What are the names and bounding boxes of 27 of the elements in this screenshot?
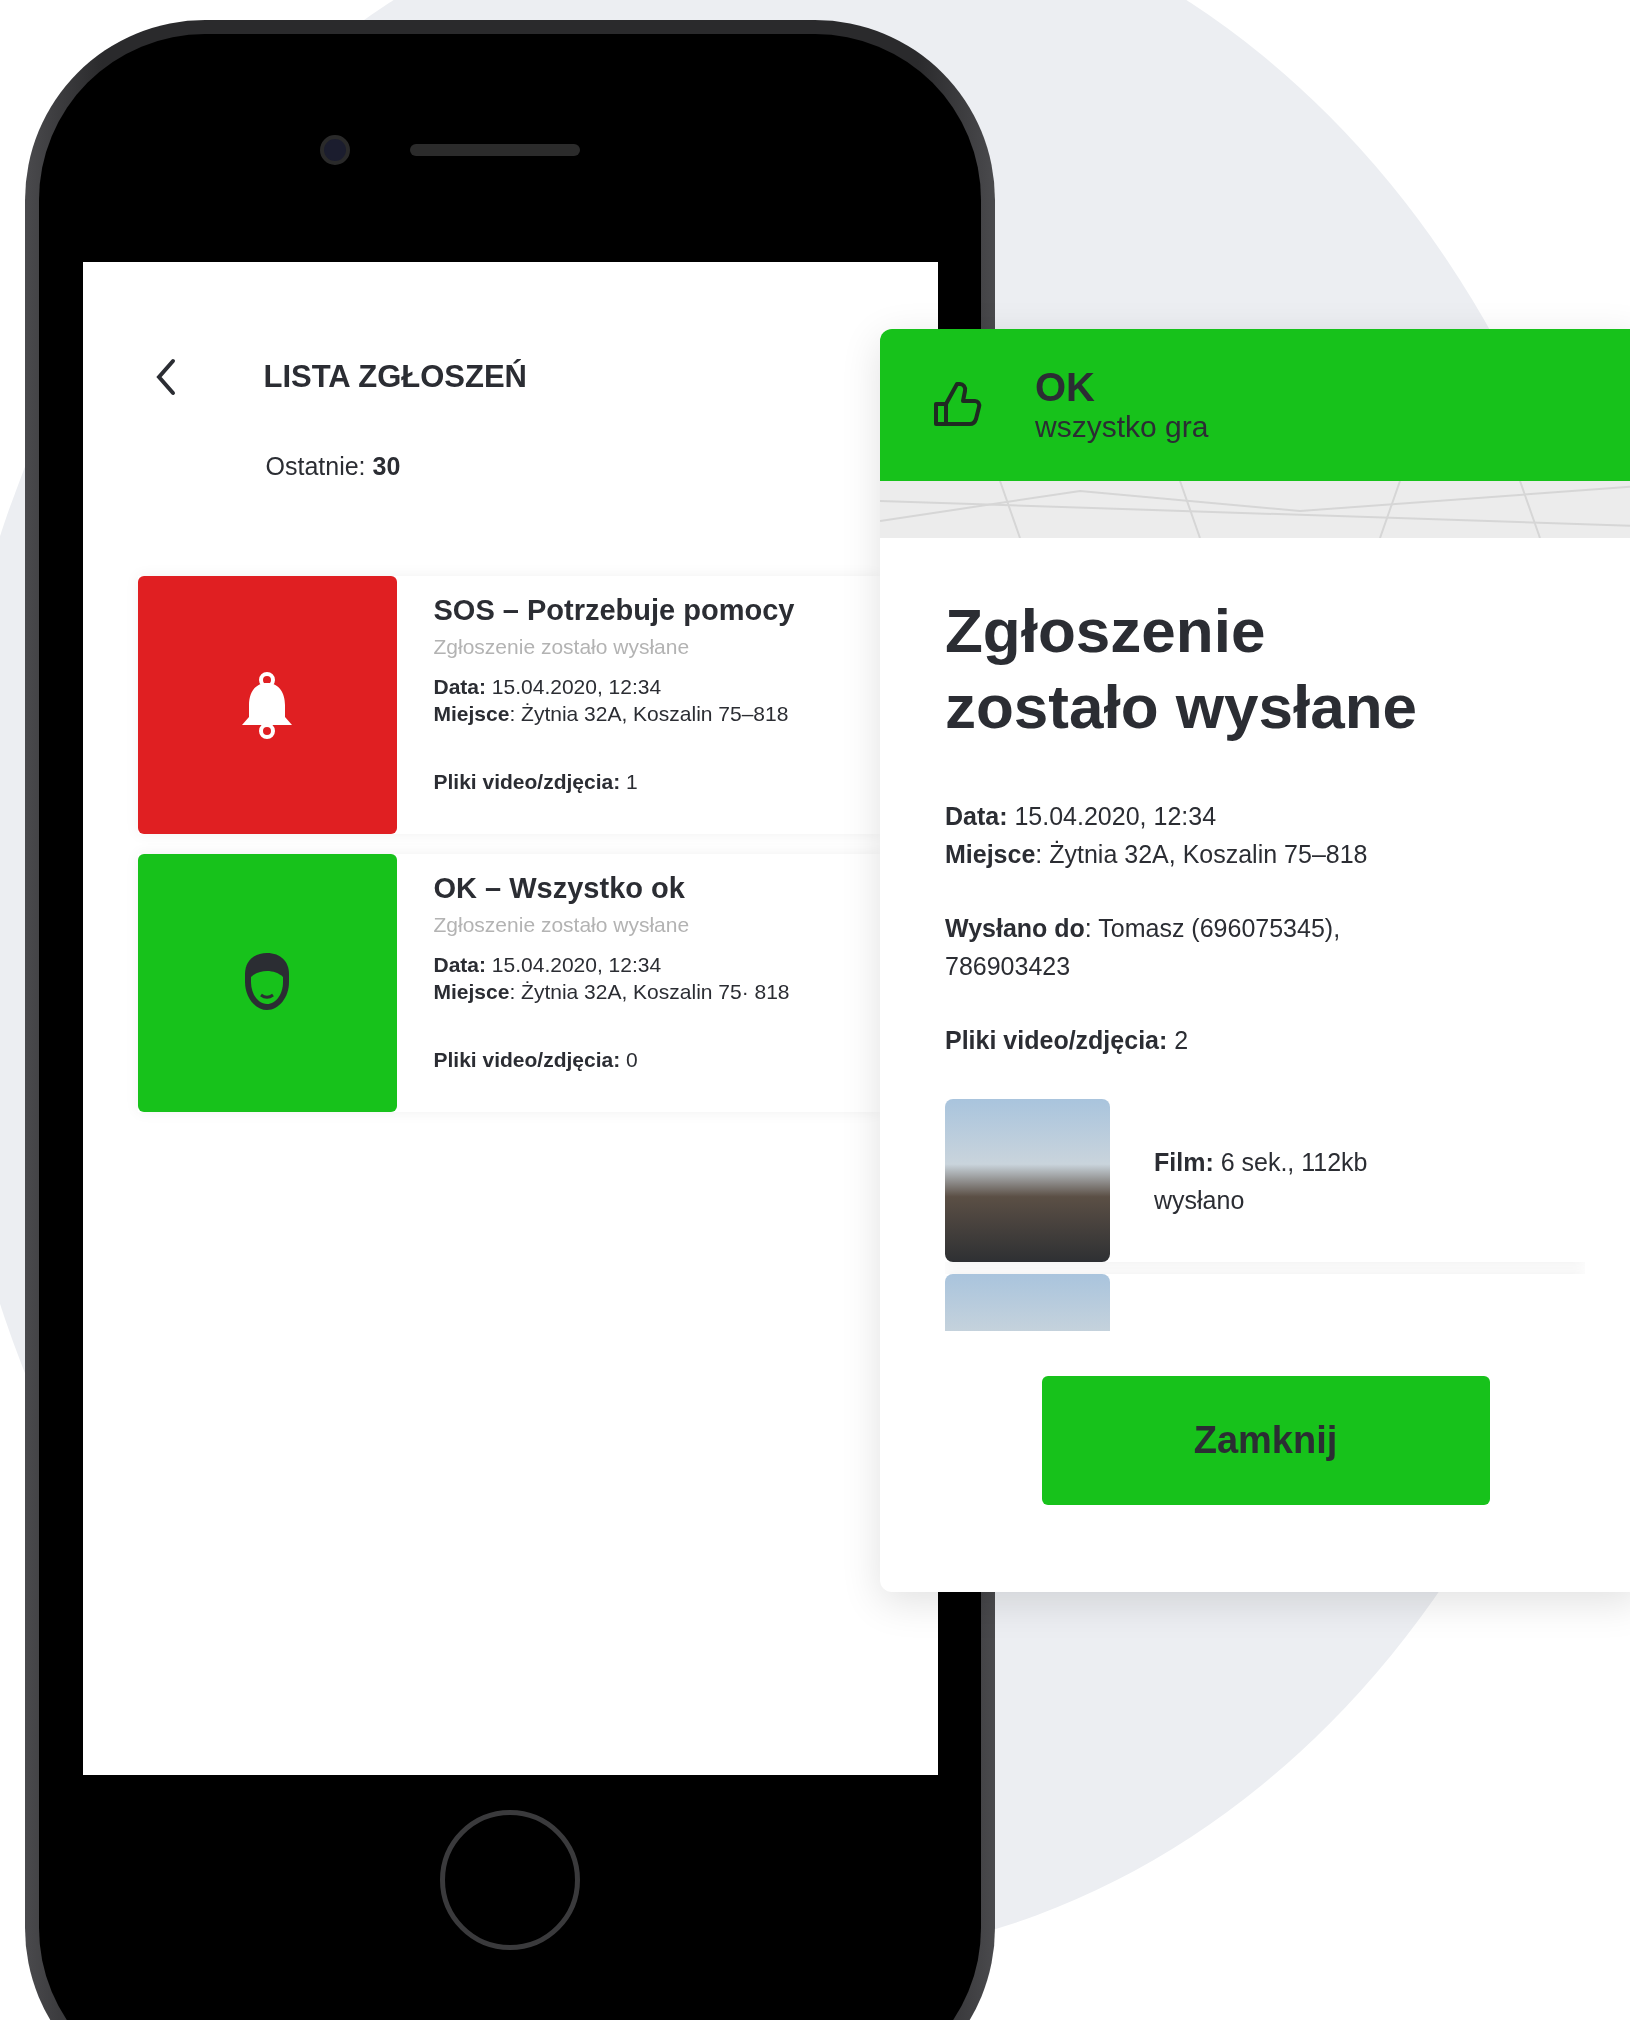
report-card[interactable]: SOS – Potrzebuje pomocy Zgłoszenie zostało wysłane Data: 15.04.2020, 12:34 Miejsce: Żytnia 32A, Koszalin 75–818 Pliki video/zdjęcia: 1 — [137, 576, 880, 834]
camera-lens — [320, 135, 350, 165]
home-button[interactable] — [440, 1810, 580, 1950]
report-files: Pliki video/zdjęcia: 1 — [433, 770, 639, 794]
report-title: OK – Wszystko ok — [433, 872, 686, 905]
detail-files-count: Pliki video/zdjęcia: 2 — [945, 1025, 1190, 1056]
status-subtitle: wszystko gra — [1035, 409, 1209, 445]
report-status: Zgłoszenie zostało wysłane — [433, 913, 691, 937]
report-files: Pliki video/zdjęcia: 0 — [433, 1048, 639, 1072]
file-info: Film: 6 sek., 112kb — [1154, 1146, 1368, 1178]
detail-recipients: Wysłano do: Tomasz (696075345), 786903423 — [945, 913, 1342, 982]
report-title: SOS – Potrzebuje pomocy — [433, 594, 795, 627]
screen-title: LISTA ZGŁOSZEŃ — [263, 359, 527, 395]
close-button[interactable]: Zamknij — [1041, 1376, 1490, 1505]
report-place: Miejsce: Żytnia 32A, Koszalin 75–818 — [433, 701, 790, 727]
report-card[interactable]: OK – Wszystko ok Zgłoszenie zostało wysłane Data: 15.04.2020, 12:34 Miejsce: Żytnia 32A, Koszalin 75· 818 Pliki video/zdjęcia: 0 — [137, 854, 880, 1112]
file-item[interactable]: Film: 6 sek., 112kb wysłano — [945, 1099, 1585, 1262]
detail-date: Data: 15.04.2020, 12:34 — [945, 801, 1218, 832]
recent-count: Ostatnie: 30 — [265, 452, 402, 481]
detail-heading: Zgłoszenie zostało wysłane — [945, 595, 1419, 743]
detail-place: Miejsce: Żytnia 32A, Koszalin 75–818 — [945, 839, 1369, 870]
report-date: Data: 15.04.2020, 12:34 — [433, 952, 663, 978]
report-status: Zgłoszenie zostało wysłane — [433, 635, 691, 659]
report-place: Miejsce: Żytnia 32A, Koszalin 75· 818 — [433, 979, 790, 1005]
file-state: wysłano — [1154, 1184, 1246, 1216]
status-title: OK — [1035, 365, 1096, 409]
report-date: Data: 15.04.2020, 12:34 — [433, 674, 663, 700]
